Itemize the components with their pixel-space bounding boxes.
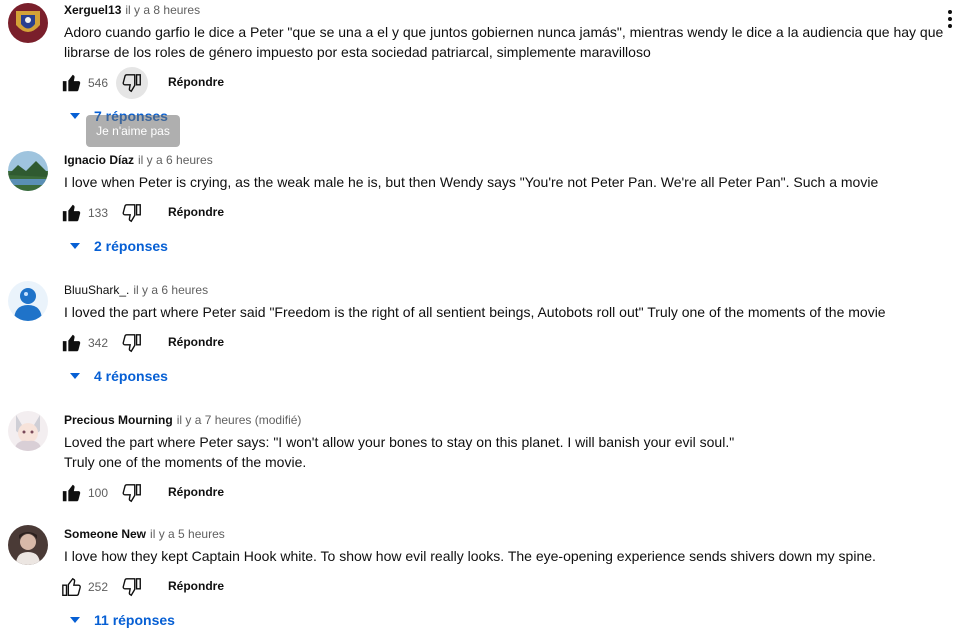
dislike-button[interactable] [116,67,148,99]
timestamp[interactable]: il y a 6 heures [133,283,208,297]
comment-header: Xerguel13 il y a 8 heures [64,3,200,17]
thumbs-up-icon [62,74,81,92]
reply-button[interactable]: Répondre [168,579,224,593]
like-count: 342 [88,336,109,350]
comment-text: I love when Peter is crying, as the weak… [64,172,949,192]
thumbs-down-icon [122,74,141,93]
view-replies-button[interactable]: 4 réponses [64,366,168,386]
author-name[interactable]: BluuShark_. [64,283,129,297]
avatar[interactable] [8,281,48,321]
timestamp[interactable]: il y a 8 heures [125,3,200,17]
caret-down-icon [70,113,80,119]
like-button[interactable] [56,197,88,229]
thumbs-down-icon [122,334,141,353]
reply-button[interactable]: Répondre [168,205,224,219]
caret-down-icon [70,243,80,249]
dislike-button[interactable] [116,327,148,359]
thumbs-up-icon [62,204,81,222]
thumbs-up-icon [62,577,81,596]
avatar[interactable] [8,151,48,191]
comment-text: I love how they kept Captain Hook white.… [64,546,949,566]
comment-header: Precious Mourning il y a 7 heures (modifi… [64,413,301,427]
replies-count: 11 réponses [94,612,175,628]
like-button[interactable] [56,67,88,99]
dislike-button[interactable] [116,477,148,509]
author-name[interactable]: Ignacio Díaz [64,153,134,167]
comment-header: BluuShark_. il y a 6 heures [64,283,208,297]
thumbs-up-icon [62,334,81,352]
thumbs-down-icon [122,204,141,223]
replies-count: 2 réponses [94,238,168,254]
comment-text: Loved the part where Peter says: "I won'… [64,432,949,472]
dislike-button[interactable] [116,197,148,229]
comment-text: Adoro cuando garfio le dice a Peter "que… [64,22,949,62]
like-count: 133 [88,206,109,220]
like-button[interactable] [56,477,88,509]
view-replies-button[interactable]: 2 réponses [64,236,168,256]
dislike-button[interactable] [116,571,148,603]
comment-text-line: I love how they kept Captain Hook white.… [64,548,876,564]
timestamp[interactable]: il y a 6 heures [138,153,213,167]
like-button[interactable] [56,571,88,603]
comment-text: I loved the part where Peter said "Freed… [64,302,949,322]
thumbs-up-icon [62,484,81,502]
replies-count: 4 réponses [94,368,168,384]
timestamp[interactable]: il y a 5 heures [150,527,225,541]
comment-text-line: I loved the part where Peter said "Freed… [64,304,886,320]
reply-button[interactable]: Répondre [168,335,224,349]
caret-down-icon [70,373,80,379]
comment-header: Someone New il y a 5 heures [64,527,225,541]
reply-button[interactable]: Répondre [168,75,224,89]
timestamp[interactable]: il y a 7 heures (modifié) [177,413,302,427]
like-count: 546 [88,76,109,90]
dislike-tooltip: Je n'aime pas [86,115,180,147]
like-count: 252 [88,580,109,594]
like-button[interactable] [56,327,88,359]
like-count: 100 [88,486,109,500]
thumbs-down-icon [122,578,141,597]
avatar[interactable] [8,411,48,451]
comment-text-line: Loved the part where Peter says: "I won'… [64,434,735,450]
comment-text-line: I love when Peter is crying, as the weak… [64,174,879,190]
avatar[interactable] [8,525,48,565]
author-name[interactable]: Precious Mourning [64,413,173,427]
thumbs-down-icon [122,484,141,503]
comment-text-line: Adoro cuando garfio le dice a Peter "que… [64,24,944,60]
comment-header: Ignacio Díaz il y a 6 heures [64,153,213,167]
author-name[interactable]: Xerguel13 [64,3,121,17]
comment-text-line: Truly one of the moments of the movie. [64,454,307,470]
author-name[interactable]: Someone New [64,527,146,541]
avatar[interactable] [8,3,48,43]
caret-down-icon [70,617,80,623]
view-replies-button[interactable]: 11 réponses [64,610,175,630]
reply-button[interactable]: Répondre [168,485,224,499]
